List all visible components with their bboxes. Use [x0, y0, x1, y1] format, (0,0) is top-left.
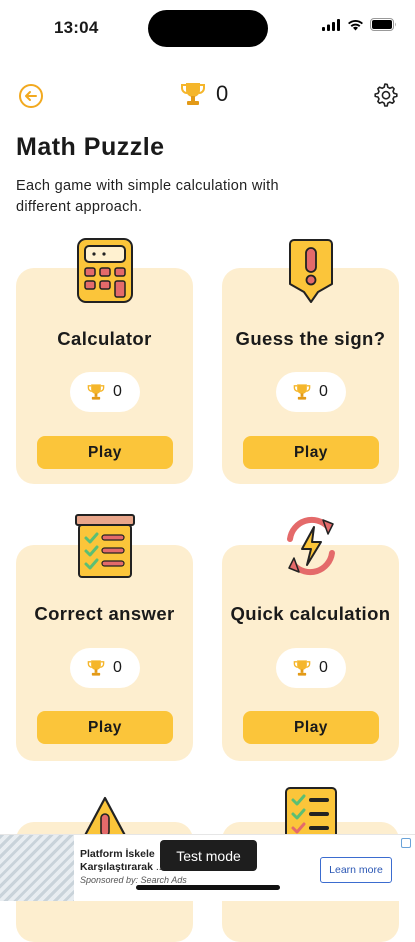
top-bar: 0 — [0, 76, 415, 116]
game-title: Correct answer — [34, 603, 175, 624]
ad-headline-line1: Platform İskele — [80, 848, 155, 860]
gear-icon — [374, 83, 398, 107]
ad-learn-more-button[interactable]: Learn more — [320, 857, 392, 883]
total-score-value: 0 — [216, 81, 229, 106]
ad-choices-icon[interactable] — [401, 838, 411, 848]
back-arrow-icon — [19, 84, 43, 108]
page-title: Math Puzzle — [16, 133, 165, 161]
game-score-value: 0 — [319, 383, 328, 400]
ad-image[interactable] — [0, 835, 74, 901]
back-button[interactable] — [16, 81, 46, 111]
settings-button[interactable] — [371, 81, 399, 109]
trophy-icon — [181, 83, 205, 105]
game-card-calculator[interactable]: Calculator 0 Play — [16, 238, 193, 484]
lightning-refresh-icon — [286, 516, 335, 576]
trophy-icon — [293, 660, 311, 676]
ad-headline-line2: Karşılaştırarak — [80, 861, 153, 873]
game-score: 0 — [69, 372, 140, 412]
trophy-icon — [87, 384, 105, 400]
trophy-icon — [293, 384, 311, 400]
game-score-value: 0 — [319, 659, 328, 676]
game-score: 0 — [69, 648, 140, 688]
page-description: Each game with simple calculation with d… — [16, 178, 279, 215]
game-card-guess-the-sign[interactable]: Guess the sign? 0 Play — [222, 239, 399, 484]
status-bar: 13:04 — [0, 0, 415, 58]
status-icons — [322, 18, 397, 31]
battery-icon — [370, 18, 396, 31]
game-title: Guess the sign? — [235, 328, 386, 349]
game-card-correct-answer[interactable]: Correct answer 0 Play — [16, 514, 193, 761]
test-mode-label: Test mode — [160, 840, 257, 871]
play-button[interactable]: Play — [243, 436, 379, 469]
play-button[interactable]: Play — [243, 711, 379, 744]
exclamation-sign-icon — [288, 239, 333, 303]
wifi-icon — [348, 19, 363, 30]
total-score: 0 — [180, 80, 228, 108]
trophy-icon — [87, 660, 105, 676]
calculator-icon — [76, 238, 133, 303]
home-indicator[interactable] — [136, 885, 280, 890]
status-time: 13:04 — [54, 18, 99, 37]
game-score: 0 — [275, 648, 346, 688]
game-score-value: 0 — [113, 383, 122, 400]
game-card-quick-calculation[interactable]: Quick calculation 0 Play — [222, 516, 399, 761]
game-title: Calculator — [57, 328, 152, 349]
play-button[interactable]: Play — [37, 436, 173, 469]
game-score: 0 — [275, 372, 346, 412]
checklist-board-icon — [74, 514, 135, 578]
game-score-value: 0 — [113, 659, 122, 676]
dynamic-island — [148, 10, 268, 47]
game-title: Quick calculation — [230, 603, 391, 624]
signal-icon — [322, 18, 340, 31]
play-button[interactable]: Play — [37, 711, 173, 744]
